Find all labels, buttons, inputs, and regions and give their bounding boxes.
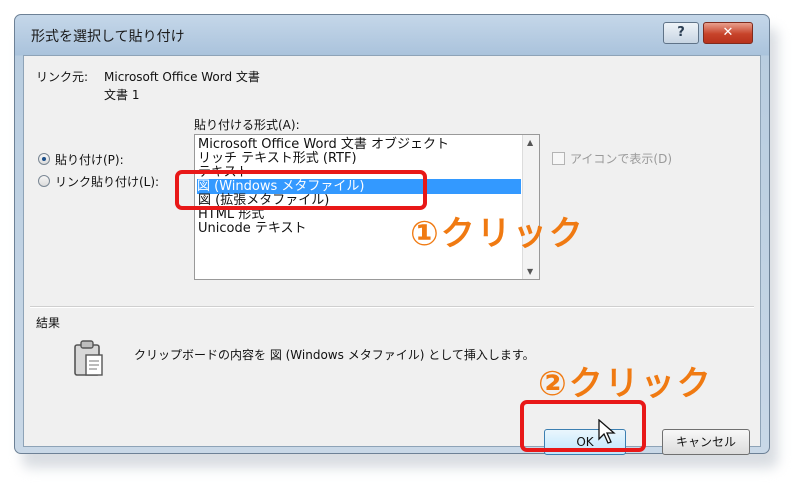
dialog-title: 形式を選択して貼り付け (31, 29, 185, 45)
mouse-pointer-icon (598, 419, 616, 444)
radio-paste-label[interactable]: 貼り付け(P): (55, 151, 124, 168)
title-bar[interactable]: 形式を選択して貼り付け ? ✕ (15, 15, 769, 55)
source-app: Microsoft Office Word 文書 (104, 70, 260, 84)
format-list-label: 貼り付ける形式(A): (194, 118, 300, 132)
result-separator (30, 306, 754, 308)
display-as-icon-label[interactable]: アイコンで表示(D) (570, 150, 672, 167)
scroll-down-icon[interactable]: ▼ (527, 267, 533, 276)
list-item[interactable]: Unicode テキスト (198, 221, 306, 236)
highlight-ok-box (520, 400, 646, 452)
result-label: 結果 (36, 316, 61, 330)
source-document: 文書 1 (104, 88, 140, 102)
list-item[interactable]: Microsoft Office Word 文書 オブジェクト (198, 137, 449, 152)
annotation-step2: ②クリック (538, 364, 713, 404)
clipboard-icon (74, 340, 103, 376)
result-description: クリップボードの内容を 図 (Windows メタファイル) として挿入します。 (134, 348, 535, 362)
scroll-up-icon[interactable]: ▲ (527, 138, 533, 147)
source-label: リンク元: (36, 70, 89, 84)
close-button[interactable]: ✕ (703, 22, 753, 44)
list-item[interactable]: リッチ テキスト形式 (RTF) (198, 151, 357, 166)
radio-selected-dot (42, 157, 46, 161)
cancel-button[interactable]: キャンセル (662, 429, 750, 455)
radio-paste-button[interactable] (38, 153, 50, 165)
radio-paste-link-button[interactable] (38, 175, 50, 187)
display-as-icon-checkbox[interactable] (552, 152, 565, 165)
help-button[interactable]: ? (663, 22, 699, 44)
annotation-step1: ①クリック (410, 214, 585, 254)
highlight-format-box (175, 170, 427, 210)
radio-paste-link-label[interactable]: リンク貼り付け(L): (55, 173, 159, 190)
